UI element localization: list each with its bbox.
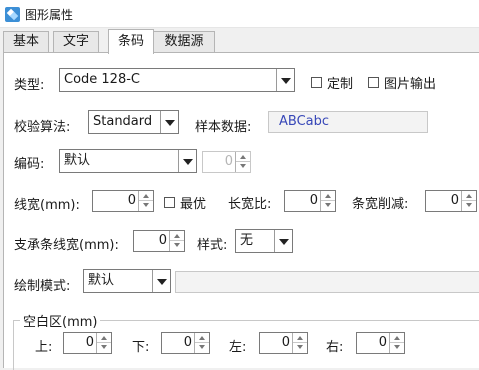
chevron-down-icon[interactable] (276, 69, 294, 91)
spin-down-icon[interactable] (390, 343, 404, 353)
line-width-stepper[interactable]: 0 (92, 190, 154, 212)
title-bar: 图形属性 (0, 0, 479, 28)
tab-data-source[interactable]: 数据源 (153, 31, 215, 53)
draw-mode-label: 绘制模式: (14, 279, 71, 294)
draw-mode-value: 默认 (88, 273, 115, 288)
draw-mode-select[interactable]: 默认 (83, 269, 171, 293)
draw-mode-extra-field (175, 271, 479, 293)
chevron-down-icon[interactable] (178, 150, 196, 172)
bar-reduce-stepper[interactable]: 0 (425, 190, 477, 212)
spin-up-icon[interactable] (321, 191, 335, 201)
type-select[interactable]: Code 128-C (59, 68, 295, 92)
quiet-bottom-stepper[interactable]: 0 (161, 332, 210, 354)
quiet-left-label: 左: (229, 340, 247, 355)
bearer-stepper[interactable]: 0 (133, 230, 185, 252)
encoding-number-stepper: 0 (202, 151, 251, 173)
type-value: Code 128-C (64, 72, 140, 87)
chevron-down-icon[interactable] (152, 270, 170, 292)
spin-up-icon[interactable] (195, 333, 209, 343)
quiet-top-label: 上: (35, 340, 53, 355)
chevron-down-icon[interactable] (274, 230, 292, 252)
aspect-stepper[interactable]: 0 (284, 190, 336, 212)
sample-label: 样本数据: (195, 120, 252, 135)
style-value: 无 (240, 233, 254, 248)
style-label: 样式: (197, 238, 228, 253)
spin-up-icon[interactable] (390, 333, 404, 343)
spin-down-icon[interactable] (462, 201, 476, 211)
bearer-label: 支承条线宽(mm): (14, 238, 119, 253)
image-output-label: 图片输出 (384, 77, 437, 92)
quiet-right-stepper[interactable]: 0 (356, 332, 405, 354)
spin-down-icon (236, 162, 250, 172)
quiet-left-stepper[interactable]: 0 (259, 332, 308, 354)
spin-up-icon (236, 152, 250, 162)
encoding-label: 编码: (14, 157, 45, 172)
window-title: 图形属性 (25, 8, 74, 22)
quiet-left-value: 0 (281, 335, 290, 350)
checksum-value: Standard (93, 114, 153, 129)
tab-barcode[interactable]: 条码 (108, 29, 154, 54)
style-select[interactable]: 无 (235, 229, 293, 253)
spin-down-icon[interactable] (195, 343, 209, 353)
encoding-number-value: 0 (224, 154, 233, 169)
spin-down-icon[interactable] (139, 201, 153, 211)
spin-up-icon[interactable] (462, 191, 476, 201)
custom-label: 定制 (327, 77, 354, 92)
spin-up-icon[interactable] (170, 231, 184, 241)
spin-down-icon[interactable] (293, 343, 307, 353)
aspect-value: 0 (309, 193, 318, 208)
tab-text[interactable]: 文字 (53, 31, 99, 53)
quiet-bottom-label: 下: (132, 340, 150, 355)
bar-reduce-value: 0 (450, 193, 459, 208)
encoding-value: 默认 (64, 153, 91, 168)
bar-reduce-label: 条宽削减: (352, 197, 409, 212)
app-icon (5, 7, 20, 22)
quiet-bottom-value: 0 (183, 335, 192, 350)
custom-checkbox[interactable] (311, 77, 322, 88)
quiet-top-stepper[interactable]: 0 (63, 332, 112, 354)
aspect-label: 长宽比: (228, 197, 272, 212)
quiet-top-value: 0 (85, 335, 94, 350)
spin-down-icon[interactable] (97, 343, 111, 353)
chevron-down-icon[interactable] (160, 111, 178, 133)
tab-basic[interactable]: 基本 (3, 31, 49, 53)
checksum-select[interactable]: Standard (88, 110, 179, 134)
spin-up-icon[interactable] (97, 333, 111, 343)
spin-up-icon[interactable] (293, 333, 307, 343)
spin-down-icon[interactable] (170, 241, 184, 251)
sample-data-field[interactable]: ABCabc (268, 111, 428, 133)
optimal-checkbox[interactable] (164, 197, 175, 208)
line-width-label: 线宽(mm): (14, 198, 80, 213)
type-label: 类型: (14, 78, 45, 93)
line-width-value: 0 (127, 193, 136, 208)
spin-down-icon[interactable] (321, 201, 335, 211)
quiet-zone-title: 空白区(mm) (20, 311, 101, 330)
checksum-label: 校验算法: (14, 120, 71, 135)
image-output-checkbox[interactable] (368, 77, 379, 88)
quiet-right-value: 0 (378, 335, 387, 350)
optimal-label: 最优 (180, 197, 207, 212)
barcode-panel: 类型: Code 128-C 定制 图片输出 校验算法: Standard 样本… (3, 52, 479, 370)
encoding-select[interactable]: 默认 (59, 149, 197, 173)
bearer-value: 0 (158, 233, 167, 248)
quiet-right-label: 右: (326, 340, 344, 355)
spin-up-icon[interactable] (139, 191, 153, 201)
